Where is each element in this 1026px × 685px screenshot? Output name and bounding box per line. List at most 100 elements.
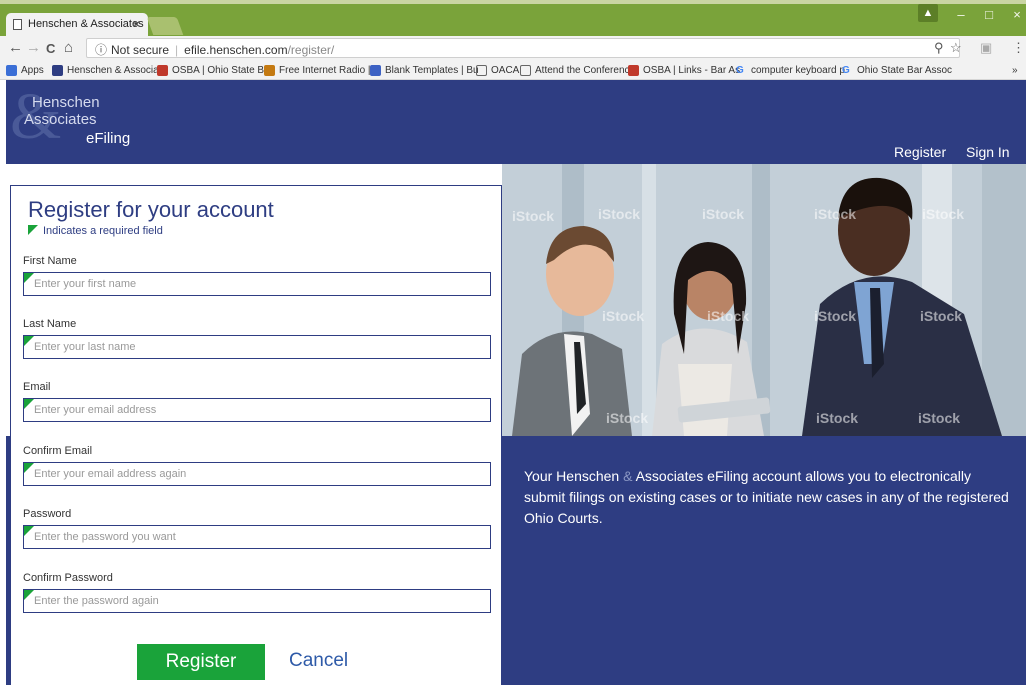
form-title: Register for your account bbox=[28, 197, 274, 222]
url-input[interactable]: ⓘ Not secure | efile.henschen.com/register/ bbox=[86, 38, 960, 58]
photo-watermark: iStock bbox=[918, 410, 961, 426]
radio-icon bbox=[264, 65, 275, 76]
required-flag-icon bbox=[28, 225, 38, 235]
bookmark-osba[interactable]: OSBA | Ohio State Ba bbox=[157, 65, 270, 76]
url-host: efile.henschen.com bbox=[184, 43, 288, 57]
first-name-field[interactable] bbox=[23, 272, 491, 296]
hero-photo: iStock iStock iStock iStock iStock iStoc… bbox=[502, 164, 1026, 436]
photo-watermark: iStock bbox=[606, 410, 649, 426]
photo-watermark: iStock bbox=[814, 308, 857, 324]
new-tab-button[interactable] bbox=[146, 17, 184, 35]
security-label: Not secure bbox=[111, 43, 170, 57]
photo-watermark: iStock bbox=[702, 206, 745, 222]
password-input[interactable] bbox=[24, 526, 490, 548]
titlebar-accent bbox=[0, 0, 1026, 4]
url-path: /register/ bbox=[287, 43, 335, 57]
registration-form: Register for your account Indicates a re… bbox=[10, 185, 502, 685]
confirm-password-input[interactable] bbox=[24, 590, 490, 612]
bookmark-label: Ohio State Bar Assoc bbox=[857, 65, 953, 76]
bookmark-label: Free Internet Radio | bbox=[279, 65, 371, 76]
tab-close-icon[interactable]: × bbox=[133, 17, 140, 31]
required-flag-icon bbox=[24, 590, 34, 600]
maximize-button[interactable]: □ bbox=[978, 6, 1000, 24]
bookmarks-overflow-button[interactable]: » bbox=[1012, 65, 1018, 76]
nav-register-link[interactable]: Register bbox=[894, 144, 946, 160]
email-input[interactable] bbox=[24, 399, 490, 421]
bookmark-osba-links[interactable]: OSBA | Links - Bar As bbox=[628, 65, 740, 76]
confirm-email-field[interactable] bbox=[23, 462, 491, 486]
required-flag-icon bbox=[24, 526, 34, 536]
page-icon bbox=[476, 65, 487, 76]
first-name-label: First Name bbox=[23, 255, 77, 267]
photo-watermark: iStock bbox=[707, 308, 750, 324]
email-field[interactable] bbox=[23, 398, 491, 422]
bookmark-ohio-bar[interactable]: G Ohio State Bar Assoc bbox=[842, 65, 952, 76]
osba-icon bbox=[628, 65, 639, 76]
bookmark-label: Blank Templates | Bu bbox=[385, 65, 479, 76]
confirm-password-label: Confirm Password bbox=[23, 572, 113, 584]
key-icon[interactable]: ⚲ bbox=[934, 40, 944, 56]
profile-icon[interactable]: ▲ bbox=[918, 4, 938, 22]
business-people-illustration bbox=[502, 164, 1026, 436]
bookmark-radio[interactable]: Free Internet Radio | bbox=[264, 65, 371, 76]
bookmark-label: OSBA | Ohio State Ba bbox=[172, 65, 270, 76]
back-button[interactable]: ← bbox=[8, 39, 23, 56]
bookmark-templates[interactable]: Blank Templates | Bu bbox=[370, 65, 479, 76]
site-header: & Henschen Associates eFiling Register S… bbox=[6, 80, 1026, 164]
google-icon: G bbox=[736, 65, 744, 76]
required-flag-icon bbox=[24, 273, 34, 283]
osba-icon bbox=[157, 65, 168, 76]
close-window-button[interactable]: × bbox=[1006, 6, 1026, 24]
photo-watermark: iStock bbox=[598, 206, 641, 222]
browser-titlebar: Henschen & Associates × ▲ – □ × bbox=[0, 0, 1026, 37]
photo-watermark: iStock bbox=[602, 308, 645, 324]
omnibox-divider: | bbox=[175, 43, 179, 57]
forward-button[interactable]: → bbox=[26, 39, 41, 56]
logo-henschen: Henschen bbox=[32, 94, 100, 111]
required-note: Indicates a required field bbox=[28, 225, 163, 237]
nav-sign-in-link[interactable]: Sign In bbox=[966, 144, 1010, 160]
photo-watermark: iStock bbox=[920, 308, 963, 324]
bookmark-conference[interactable]: Attend the Conferenc bbox=[520, 65, 630, 76]
extension-icon[interactable]: ▣ bbox=[980, 40, 992, 56]
templates-icon bbox=[370, 65, 381, 76]
bookmark-label: Apps bbox=[21, 65, 44, 76]
confirm-email-input[interactable] bbox=[24, 463, 490, 485]
register-button[interactable]: Register bbox=[137, 644, 265, 680]
google-icon: G bbox=[842, 65, 850, 76]
info-text-part: Your Henschen bbox=[524, 468, 624, 484]
password-field[interactable] bbox=[23, 525, 491, 549]
apps-grid-icon bbox=[6, 65, 17, 76]
reload-button[interactable]: C bbox=[46, 41, 55, 56]
logo-associates: Associates bbox=[24, 111, 97, 128]
bookmark-label: OACA bbox=[491, 65, 520, 76]
bookmark-henschen[interactable]: Henschen & Associat bbox=[52, 65, 162, 76]
logo-efiling: eFiling bbox=[86, 130, 131, 147]
bookmark-keyboard[interactable]: Gcomputer keyboard p bbox=[736, 65, 845, 76]
required-flag-icon bbox=[24, 463, 34, 473]
email-label: Email bbox=[23, 381, 51, 393]
required-flag-icon bbox=[24, 399, 34, 409]
last-name-field[interactable] bbox=[23, 335, 491, 359]
home-button[interactable]: ⌂ bbox=[64, 39, 73, 56]
star-icon[interactable]: ☆ bbox=[950, 40, 962, 56]
photo-watermark: iStock bbox=[922, 206, 965, 222]
bookmark-label: Henschen & Associat bbox=[67, 65, 162, 76]
confirm-email-label: Confirm Email bbox=[23, 445, 93, 457]
info-icon[interactable]: ⓘ bbox=[95, 43, 107, 57]
menu-icon[interactable]: ⋮ bbox=[1012, 40, 1025, 56]
bookmark-apps[interactable]: Apps bbox=[6, 65, 44, 76]
confirm-password-field[interactable] bbox=[23, 589, 491, 613]
info-text: Your Henschen & Associates eFiling accou… bbox=[524, 466, 1014, 529]
first-name-input[interactable] bbox=[24, 273, 490, 295]
bookmark-oaca[interactable]: OACA bbox=[476, 65, 519, 76]
bookmark-label: OSBA | Links - Bar As bbox=[643, 65, 741, 76]
last-name-input[interactable] bbox=[24, 336, 490, 358]
page-icon bbox=[13, 19, 22, 30]
cancel-link[interactable]: Cancel bbox=[289, 650, 348, 672]
tab-title: Henschen & Associates bbox=[28, 18, 144, 30]
required-note-text: Indicates a required field bbox=[43, 225, 163, 237]
browser-tab[interactable]: Henschen & Associates × bbox=[6, 13, 148, 37]
password-label: Password bbox=[23, 508, 72, 520]
minimize-button[interactable]: – bbox=[950, 6, 972, 24]
